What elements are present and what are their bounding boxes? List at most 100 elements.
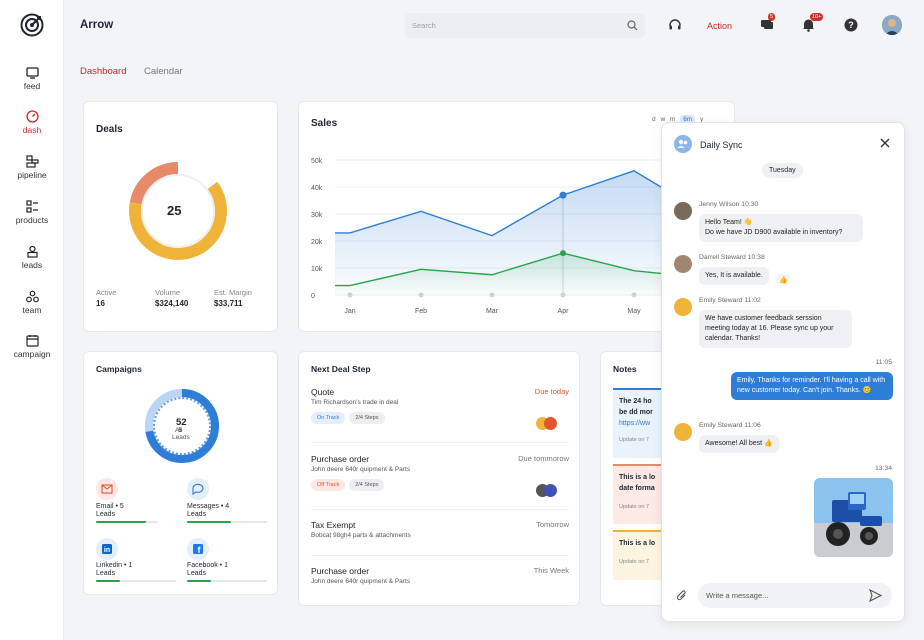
avatar [674,255,692,273]
x-tick-label: May [627,308,641,315]
deal-due: Due tommorow [518,454,569,463]
progress-linkedin [96,580,176,582]
deal-row[interactable]: Quote Tim Richardson's trade in deal Due… [311,387,569,430]
linkedin-icon: in [96,538,118,560]
svg-text:in: in [104,547,110,554]
facebook-icon: f [187,538,209,560]
y-tick-label: 40k [311,185,323,192]
message-time: 11:05 [875,359,892,366]
sidebar-item-campaign[interactable]: campaign [0,334,64,359]
deal-row[interactable]: Tax Exempt Bobcat 98gh4 parts & attachme… [311,520,569,539]
send-icon[interactable] [869,589,882,602]
note-item[interactable]: This is a lo date forma Update on 7 [613,464,663,524]
channel-linkedin: Linkedin • 1 Leads [96,562,132,578]
channel-facebook: Facebook • 1 Leads [187,562,228,578]
headset-icon[interactable] [668,18,682,34]
progress-fill [187,580,211,582]
message-bubble: Awesome! All best 👍 [699,435,779,453]
progress-fill [187,521,231,523]
channel-name: Messages • 4 [187,503,230,510]
note-text: be dd mor [619,409,653,416]
app-title: Arrow [80,19,114,31]
y-tick-label: 20k [311,239,323,246]
deal-row[interactable]: Purchase order John deere 640r quipment … [311,566,569,585]
y-tick-label: 50k [311,158,323,165]
deal-sub: Tim Richardson's trade in deal [311,399,399,406]
highlight-point-blue [559,191,567,199]
stat-label-active: Active [96,288,117,297]
sidebar: feed dash pipeline products leads team c… [0,0,64,640]
next-deal-card: Next Deal Step Quote Tim Richardson's tr… [298,351,580,606]
stat-value-margin: $33,711 [214,299,243,308]
avatar [544,484,557,497]
sidebar-item-dash[interactable]: dash [0,110,64,135]
progress-facebook [187,580,267,582]
svg-text:?: ? [848,20,854,30]
action-link[interactable]: Action [707,21,732,31]
message-bubble: We have customer feedback serssion meeti… [699,310,852,348]
note-text: This is a lo [619,540,656,547]
close-icon[interactable] [880,138,890,150]
deal-name: Purchase order [311,566,370,576]
message-time: 13:34 [874,465,892,472]
help-icon[interactable]: ? [844,18,858,34]
channel-sub: Leads [187,570,207,577]
sidebar-item-label: leads [21,260,43,270]
notifications-button[interactable]: 10+ [802,13,824,34]
y-tick-label: 30k [311,212,323,219]
message-input-placeholder: Write a message... [706,591,769,600]
sidebar-item-products[interactable]: products [0,200,64,225]
chat-badge: 5 [768,13,776,21]
note-date: Update on 7 [619,559,649,565]
highlight-point-green [560,250,566,257]
tab-calendar[interactable]: Calendar [144,66,183,77]
channel-sub: Leads [96,570,116,577]
monitor-icon [25,67,39,79]
deal-name: Quote [311,387,335,397]
sidebar-item-label: team [22,305,42,315]
stat-value-active: 16 [96,299,105,308]
x-tick-label: Apr [558,308,570,315]
search-icon [627,20,638,31]
sidebar-item-leads[interactable]: leads [0,245,64,270]
x-tick-label: Feb [415,308,427,315]
deal-sub: John deere 640r quipment & Parts [311,578,411,585]
team-icon [25,290,39,303]
deal-due: This Week [533,566,569,575]
search-input[interactable]: Search [405,13,645,38]
next-deal-title: Next Deal Step [311,364,371,374]
sidebar-item-label: products [15,215,49,225]
target-logo-icon[interactable] [20,13,44,37]
campaigns-donut-overlap: All5 [175,427,182,434]
avatar [544,417,557,430]
channel-name: Linkedin • 1 [96,562,133,569]
sidebar-item-label: campaign [13,349,51,359]
deal-row[interactable]: Purchase order John deere 640r quipment … [311,454,569,497]
topbar: Arrow Search Action 5 10+ ? [64,0,924,52]
deals-card: Deals 25 Active 16 Volume $324,140 Est. … [83,101,278,332]
note-item[interactable]: This is a lo Update on 7 [613,530,663,580]
note-item[interactable]: The 24 ho be dd mor https://ww Update on… [613,388,663,458]
reaction-emoji[interactable]: 👍 [776,274,791,286]
note-link[interactable]: https://ww [619,418,657,429]
sidebar-item-team[interactable]: team [0,290,64,315]
divider [311,555,569,556]
user-avatar[interactable] [882,15,902,35]
note-text: The 24 ho [619,398,652,405]
tab-dashboard[interactable]: Dashboard [80,66,126,77]
sidebar-item-label: dash [22,125,42,135]
sidebar-item-feed[interactable]: feed [0,67,64,91]
message-input[interactable]: Write a message... [698,583,892,608]
sidebar-item-pipeline[interactable]: pipeline [0,155,64,180]
stat-label-margin: Est. Margin [214,288,252,297]
tractor-image[interactable] [814,478,893,557]
dashboard-icon [25,110,39,123]
x-tick-label: Mar [486,308,499,315]
chat-button[interactable]: 5 [760,13,776,33]
sidebar-item-label: feed [23,81,41,91]
paperclip-icon[interactable] [676,589,688,605]
leads-icon [26,245,38,258]
message-bubble-outgoing: Emily, Thanks for reminder. I'll having … [731,372,893,400]
avatar [674,423,692,441]
message-sender: Emily Steward 11:06 [699,422,761,429]
